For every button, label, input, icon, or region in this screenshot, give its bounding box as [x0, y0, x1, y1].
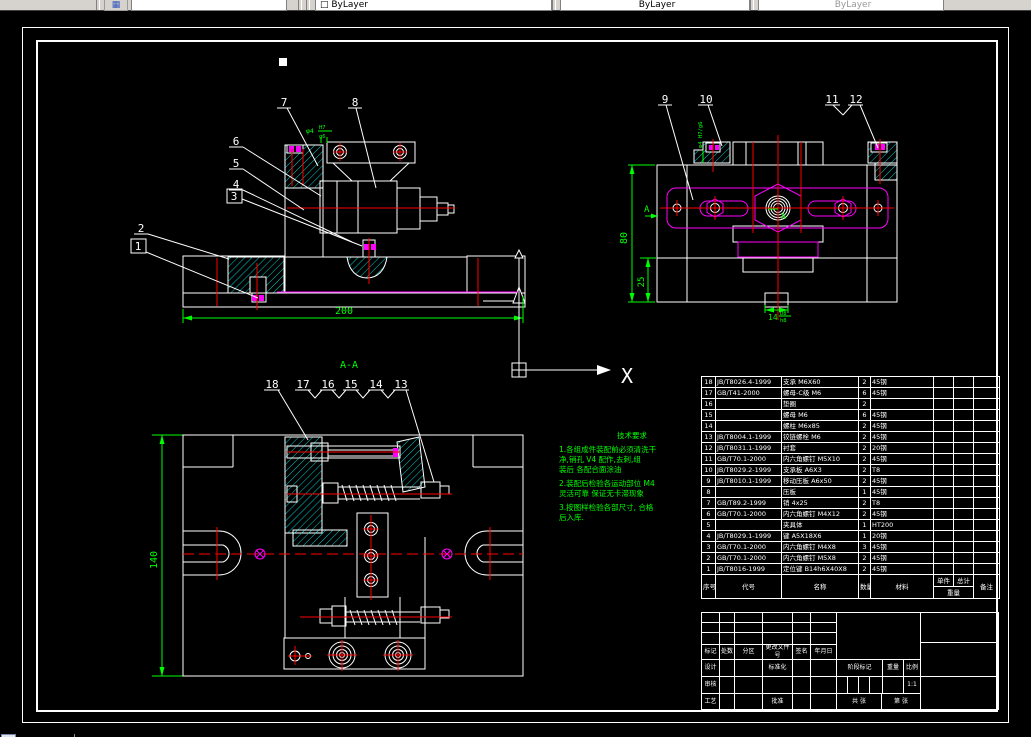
callout-3[interactable]: 3	[231, 190, 238, 203]
front-view[interactable]: 200 φ4 H7 g6 7 8 6 5 4 3 2 1	[130, 96, 526, 323]
callout-6[interactable]: 6	[233, 135, 240, 148]
dim-140-text: 140	[149, 551, 160, 569]
fit-dia-text: φ4	[306, 127, 314, 135]
callout-5[interactable]: 5	[233, 157, 240, 170]
tb-process: 工艺	[701, 693, 720, 710]
note-line: 3.按图样检验各部尺寸, 合格	[559, 502, 654, 512]
tb-date: 年月日	[810, 644, 837, 660]
note-line: 装后 各配合面涂油	[559, 464, 621, 474]
bom-table: 18 JB/T8026.4-1999 支承 M6X60 2 45钢 17 GB/T41-2…	[701, 376, 1000, 599]
section-letter-center: A	[781, 212, 786, 221]
tb-sheet-no: 第 张	[881, 693, 921, 710]
callout-8[interactable]: 8	[352, 96, 359, 109]
tb-scale-value: 1:1	[903, 676, 921, 694]
bom-header-code: 代号	[715, 574, 782, 599]
tb-weight: 重量	[882, 659, 904, 677]
bom-header-qty: 数量	[858, 574, 871, 599]
ucs-icon: X	[511, 258, 633, 388]
tb-doc: 更改文件号	[762, 644, 793, 660]
tb-unit-name	[920, 642, 999, 677]
bom-header-mat: 材料	[870, 574, 934, 599]
dim-25-text: 25	[637, 277, 647, 288]
callout-14[interactable]: 14	[369, 378, 383, 391]
bom-row: 1 JB/T8016-1999 定位键 B14h6X40X8 2 45钢	[701, 563, 1000, 575]
tb-sign: 签名	[792, 644, 811, 660]
callout-15[interactable]: 15	[344, 378, 357, 391]
dim-80-text: 80	[619, 232, 630, 244]
bom-row: 16 垫圈 2	[701, 398, 1000, 410]
callout-17[interactable]: 17	[296, 378, 309, 391]
section-letter-left: A	[644, 205, 650, 215]
bom-header-row: 序号 代号 名称 数量 材料 单件 总计 备注	[701, 574, 1000, 599]
tb-part-name	[836, 612, 921, 660]
callout-12[interactable]: 12	[849, 93, 862, 106]
callout-9[interactable]: 9	[662, 93, 669, 106]
bom-row: 5 夹具体 1 HT200	[701, 519, 1000, 531]
bom-row: 12 JB/T8031.1-1999 衬套 2 20钢	[701, 442, 1000, 454]
bom-row: 13 JB/T8004.1-1999 铰链螺栓 M6 2 45钢	[701, 431, 1000, 443]
tb-drawing-number	[920, 612, 999, 643]
axis-x-label: X	[621, 364, 633, 388]
bom-row: 6 GB/T70.1-2000 内六角螺钉 M4X12 2 45钢	[701, 508, 1000, 520]
bom-row: 8 压板 1 45钢	[701, 486, 1000, 498]
bom-header-total: 总计	[953, 574, 974, 587]
tb-sheets: 共 张	[836, 693, 882, 710]
bom-header-single: 单件	[933, 574, 954, 587]
tb-count: 处数	[719, 644, 735, 660]
tb-extra	[920, 676, 999, 710]
bom-row: 10 JB/T8029.2-1999 支承板 A6X3 2 T8	[701, 464, 1000, 476]
callout-16[interactable]: 16	[321, 378, 334, 391]
cad-application-window: ▦ □ ByLayer ByLayer ByLayer 200 φ4 H7 g6…	[0, 0, 1031, 737]
bom-header-weight: 重量	[933, 586, 974, 599]
key-lower-text: h8	[780, 318, 787, 324]
title-block: 标记 处数 分区 更改文件号 签名 年月日 设计 标准化 审核 工艺 批准 阶段…	[701, 612, 999, 710]
callout-10[interactable]: 10	[699, 93, 712, 106]
bom-row: 18 JB/T8026.4-1999 支承 M6X60 2 45钢	[701, 376, 1000, 388]
bom-row: 7 GB/T89.2-1999 销 4x25 2 T8	[701, 497, 1000, 509]
note-line: 灵活可靠 保证无卡滞现象	[559, 488, 644, 498]
callout-11[interactable]: 11	[825, 93, 838, 106]
note-line: 1.各组成件装配前必须清洗干	[559, 444, 657, 454]
bom-row: 4 JB/T8029.1-1999 键 A5X18X6 1 20钢	[701, 530, 1000, 542]
tb-standard: 标准化	[762, 659, 793, 677]
bom-header-remark: 备注	[973, 574, 1000, 599]
bom-row: 3 GB/T70.1-2000 内六角螺钉 M4X8 3 45钢	[701, 541, 1000, 553]
bom-row: 11 GB/T70.1-2000 内六角螺钉 M5X10 2 45钢	[701, 453, 1000, 465]
tb-stage: 阶段标记	[836, 659, 883, 677]
bom-header-no: 序号	[701, 574, 716, 599]
section-title: A-A	[340, 360, 358, 371]
note-line: 净,销孔 V4 配作,去刺,组	[559, 454, 641, 464]
tb-mark: 标记	[701, 644, 720, 660]
bom-header-name: 名称	[781, 574, 859, 599]
dim-200-text: 200	[335, 306, 353, 317]
tb-design: 设计	[701, 659, 720, 677]
bom-row: 9 JB/T8010.1-1999 移动压板 A6x50 2 45钢	[701, 475, 1000, 487]
tb-zone: 分区	[734, 644, 763, 660]
callout-1[interactable]: 1	[135, 240, 142, 253]
fit-upper-text: H7	[319, 125, 326, 131]
note-line: 后入库.	[559, 512, 584, 522]
section-view[interactable]: A-A 18 17 16 15 14 13 140	[149, 360, 524, 677]
technical-notes: 技术要求 1.各组成件装配前必须清洗干 净,销孔 V4 配作,去刺,组 装后 各…	[559, 430, 657, 522]
hole-fit-text: φ4 H7/g6	[698, 122, 704, 149]
note-line: 2.装配后检验各运动部位 M4	[559, 478, 655, 488]
command-area-edge	[0, 723, 1031, 737]
bom-row: 15 螺母 M6 6 45钢	[701, 409, 1000, 421]
callout-7[interactable]: 7	[281, 96, 288, 109]
plan-view[interactable]: 80 25 14 D8 h8 A A φ4 H7/g6 9 10 11 12	[619, 93, 898, 324]
bom-row: 2 GB/T70.1-2000 内六角螺钉 M5X8 2 45钢	[701, 552, 1000, 564]
tb-check: 审核	[701, 676, 720, 694]
bom-row: 14 螺柱 M6x85 2 45钢	[701, 420, 1000, 432]
bom-row: 17 GB/T41-2000 螺母-C级 M6 6 45钢	[701, 387, 1000, 399]
callout-18[interactable]: 18	[265, 378, 278, 391]
callout-13[interactable]: 13	[394, 378, 407, 391]
tb-approve: 批准	[762, 693, 793, 710]
fit-lower-text: g6	[319, 134, 326, 140]
callout-2[interactable]: 2	[138, 222, 145, 235]
key-upper-text: D8	[780, 311, 787, 317]
key-size-text: 14	[768, 313, 778, 322]
notes-title: 技术要求	[617, 430, 647, 440]
tb-scale-label: 比例	[903, 659, 921, 677]
